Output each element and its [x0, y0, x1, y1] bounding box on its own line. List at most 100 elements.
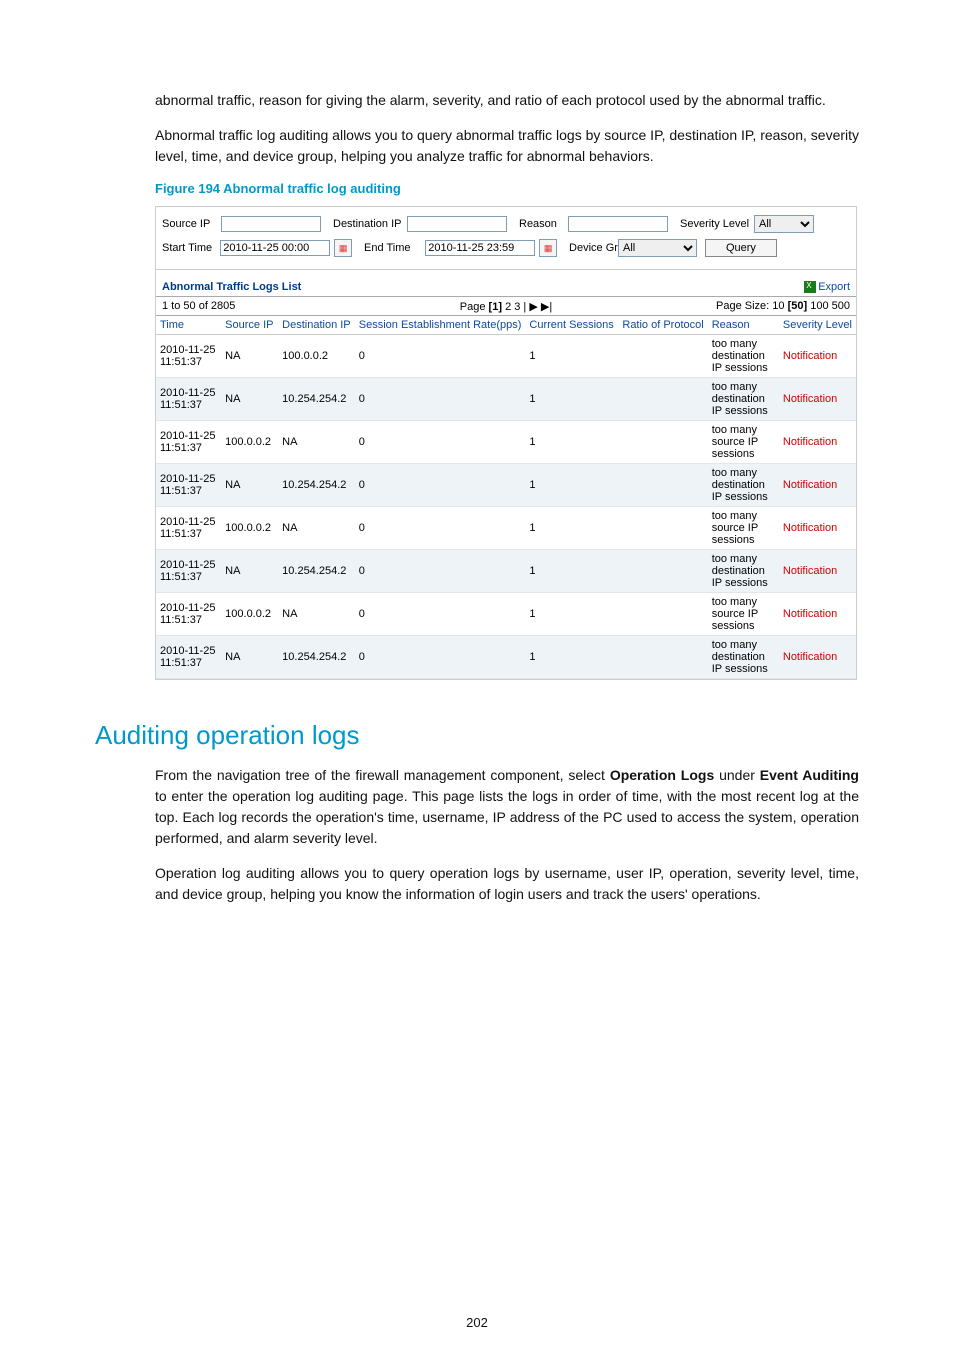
log-table: Time Source IP Destination IP Session Es…	[156, 316, 856, 679]
source-ip-input[interactable]	[221, 216, 321, 232]
pager-page-label: Page	[460, 301, 486, 313]
cell-dest-ip: 10.254.254.2	[278, 636, 355, 679]
cell-time: 2010-11-2511:51:37	[156, 378, 221, 421]
cell-ratio	[618, 550, 707, 593]
cell-sessions: 1	[525, 550, 618, 593]
cell-ratio	[618, 636, 707, 679]
section-heading-auditing-operation-logs: Auditing operation logs	[95, 720, 859, 751]
cell-source-ip: NA	[221, 335, 278, 378]
start-time-calendar-icon[interactable]: ▦	[334, 239, 352, 257]
cell-time: 2010-11-2511:51:37	[156, 636, 221, 679]
text-fragment: under	[714, 767, 760, 783]
cell-dest-ip: NA	[278, 593, 355, 636]
cell-rate: 0	[355, 464, 526, 507]
cell-sessions: 1	[525, 593, 618, 636]
cell-ratio	[618, 593, 707, 636]
cell-dest-ip: 100.0.0.2	[278, 335, 355, 378]
cell-rate: 0	[355, 507, 526, 550]
list-title: Abnormal Traffic Logs List	[162, 281, 301, 293]
cell-sessions: 1	[525, 378, 618, 421]
query-button[interactable]: Query	[705, 239, 777, 257]
table-row: 2010-11-2511:51:37NA10.254.254.201too ma…	[156, 464, 856, 507]
severity-select[interactable]: All	[754, 215, 814, 233]
table-row: 2010-11-2511:51:37100.0.0.2NA01too many …	[156, 507, 856, 550]
col-ratio[interactable]: Ratio of Protocol	[618, 316, 707, 335]
severity-label: Severity Level	[672, 218, 750, 230]
table-row: 2010-11-2511:51:37NA10.254.254.201 too ma…	[156, 636, 856, 679]
end-time-calendar-icon[interactable]: ▦	[539, 239, 557, 257]
cell-source-ip: NA	[221, 464, 278, 507]
cell-rate: 0	[355, 550, 526, 593]
page-size-500[interactable]: 500	[832, 300, 850, 312]
end-time-input[interactable]	[425, 240, 535, 256]
cell-dest-ip: NA	[278, 507, 355, 550]
cell-ratio	[618, 335, 707, 378]
cell-sessions: 1	[525, 335, 618, 378]
dest-ip-input[interactable]	[407, 216, 507, 232]
cell-reason: too many destination IP sessions	[708, 378, 779, 421]
export-label: Export	[818, 281, 850, 293]
start-time-input[interactable]	[220, 240, 330, 256]
cell-severity: Notification	[779, 464, 856, 507]
screenshot-abnormal-traffic-log: Source IP Destination IP Reason Severity…	[155, 206, 857, 680]
device-group-label: Device Group	[561, 242, 614, 254]
cell-time: 2010-11-2511:51:37	[156, 335, 221, 378]
text-fragment: to enter the operation log auditing page…	[155, 788, 859, 846]
cell-sessions: 1	[525, 636, 618, 679]
cell-time: 2010-11-2511:51:37	[156, 507, 221, 550]
col-source-ip[interactable]: Source IP	[221, 316, 278, 335]
col-dest-ip[interactable]: Destination IP	[278, 316, 355, 335]
cell-reason: too many destination IP sessions	[708, 636, 779, 679]
cell-rate: 0	[355, 636, 526, 679]
pager-last-icon[interactable]: ▶|	[541, 301, 552, 313]
text-bold-event-auditing: Event Auditing	[760, 767, 859, 783]
cell-rate: 0	[355, 593, 526, 636]
intro-paragraph-1: abnormal traffic, reason for giving the …	[95, 90, 859, 111]
table-row: 2010-11-2511:51:37NA100.0.0.201 too many …	[156, 335, 856, 378]
pager-range: 1 to 50 of 2805	[162, 300, 235, 312]
end-time-label: End Time	[356, 242, 421, 254]
filter-panel: Source IP Destination IP Reason Severity…	[156, 207, 856, 270]
pager-page-3[interactable]: 3	[514, 301, 520, 313]
page-size-100[interactable]: 100	[810, 300, 828, 312]
page-size-50[interactable]: [50]	[788, 300, 808, 312]
col-reason[interactable]: Reason	[708, 316, 779, 335]
cell-reason: too many destination IP sessions	[708, 335, 779, 378]
cell-source-ip: NA	[221, 378, 278, 421]
cell-severity: Notification	[779, 378, 856, 421]
col-sessions[interactable]: Current Sessions	[525, 316, 618, 335]
col-time[interactable]: Time	[156, 316, 221, 335]
pager-page-1[interactable]: [1]	[489, 301, 502, 313]
table-row: 2010-11-2511:51:37100.0.0.2NA01too many …	[156, 593, 856, 636]
cell-time: 2010-11-2511:51:37	[156, 593, 221, 636]
export-excel-icon	[804, 281, 816, 293]
table-row: 2010-11-2511:51:37NA10.254.254.201too ma…	[156, 378, 856, 421]
text-fragment: From the navigation tree of the firewall…	[155, 767, 610, 783]
page-number: 202	[95, 1315, 859, 1330]
table-row: 2010-11-2511:51:37NA10.254.254.201too ma…	[156, 550, 856, 593]
cell-rate: 0	[355, 335, 526, 378]
pager-page-2[interactable]: 2	[505, 301, 511, 313]
cell-sessions: 1	[525, 464, 618, 507]
col-severity[interactable]: Severity Level	[779, 316, 856, 335]
export-link[interactable]: Export	[804, 281, 850, 293]
cell-severity: Notification	[779, 507, 856, 550]
figure-caption: Figure 194 Abnormal traffic log auditing	[155, 181, 859, 196]
reason-label: Reason	[511, 218, 564, 230]
cell-dest-ip: 10.254.254.2	[278, 378, 355, 421]
cell-dest-ip: NA	[278, 421, 355, 464]
source-ip-label: Source IP	[162, 218, 217, 230]
device-group-select[interactable]: All	[618, 239, 697, 257]
pager-next-icon[interactable]: ▶	[529, 301, 537, 313]
cell-source-ip: NA	[221, 636, 278, 679]
start-time-label: Start Time	[162, 242, 216, 254]
cell-source-ip: 100.0.0.2	[221, 507, 278, 550]
page-size-label: Page Size:	[716, 300, 769, 312]
cell-severity: Notification	[779, 550, 856, 593]
cell-reason: too many source IP sessions	[708, 593, 779, 636]
section-paragraph-2: Operation log auditing allows you to que…	[95, 863, 859, 905]
col-rate[interactable]: Session Establishment Rate(pps)	[355, 316, 526, 335]
page-size-10[interactable]: 10	[772, 300, 784, 312]
reason-input[interactable]	[568, 216, 668, 232]
cell-reason: too many destination IP sessions	[708, 550, 779, 593]
